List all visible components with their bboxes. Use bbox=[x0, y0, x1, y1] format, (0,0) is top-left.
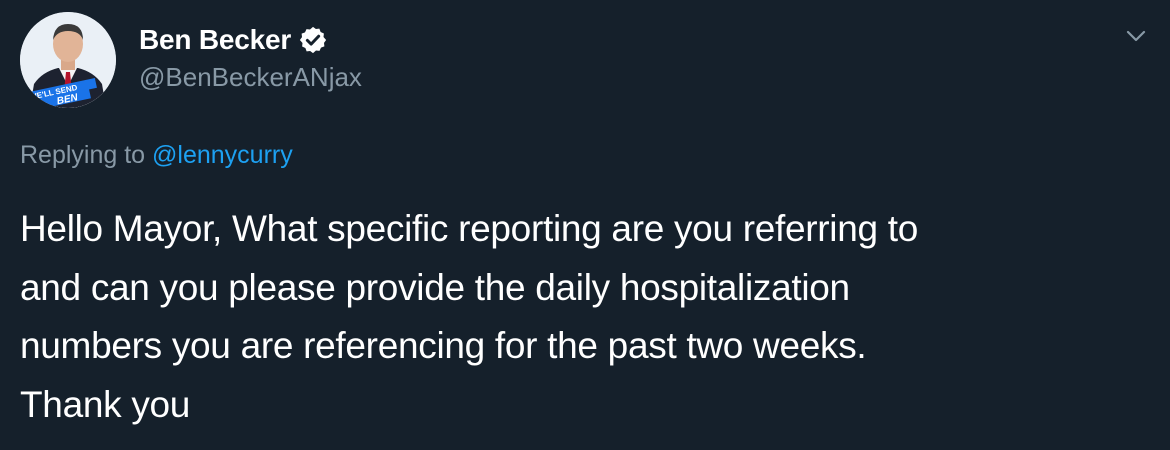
replying-to: Replying to @lennycurry bbox=[20, 141, 293, 170]
verified-badge-icon bbox=[298, 25, 328, 55]
tweet: WE'LL SEND BEN Ben Becker @BenBeckerANja… bbox=[0, 0, 1170, 450]
chevron-down-icon[interactable] bbox=[1120, 20, 1152, 52]
author-display-name[interactable]: Ben Becker bbox=[139, 24, 291, 56]
author-handle[interactable]: @BenBeckerANjax bbox=[139, 62, 362, 93]
replying-to-label: Replying to bbox=[20, 141, 153, 169]
reply-mention-link[interactable]: @lennycurry bbox=[152, 141, 293, 169]
tweet-text: Hello Mayor, What specific reporting are… bbox=[20, 208, 919, 425]
avatar[interactable]: WE'LL SEND BEN bbox=[20, 12, 116, 108]
author-name-row: Ben Becker bbox=[139, 20, 328, 60]
avatar-image: WE'LL SEND BEN bbox=[20, 12, 116, 108]
